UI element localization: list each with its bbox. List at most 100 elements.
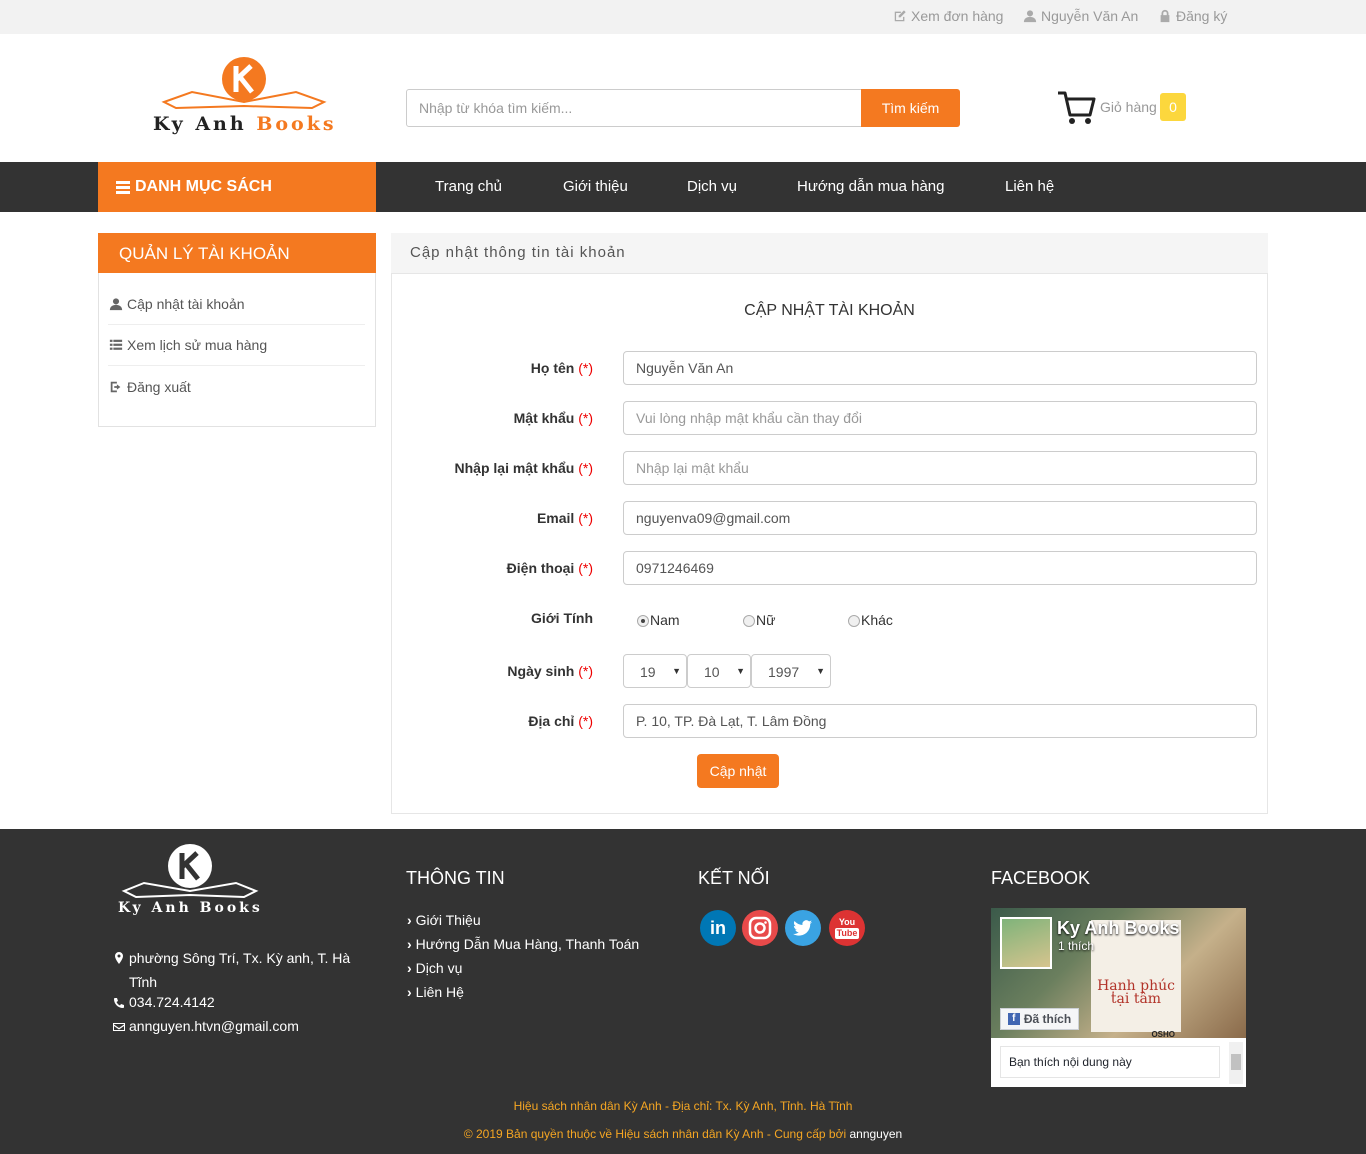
instagram-glyph	[748, 916, 772, 940]
sidebar-item-update-account[interactable]: Cập nhật tài khoản	[108, 284, 365, 325]
gender-radio-female[interactable]: Nữ	[743, 612, 775, 628]
logo-text-part2: Books	[256, 113, 337, 135]
phone-icon	[114, 998, 124, 1008]
linkedin-icon[interactable]: in	[700, 910, 736, 946]
footer-link-label: Giới Thiệu	[415, 912, 481, 928]
youtube-tube: Tube	[834, 927, 860, 939]
gender-label: Giới Tính	[530, 610, 593, 626]
password-label: Mật khẩu (*)	[513, 410, 593, 426]
radio-label: Nam	[650, 612, 680, 628]
fb-liked-button[interactable]: f Đã thích	[1000, 1008, 1079, 1030]
fb-scrollbar[interactable]	[1229, 1042, 1243, 1084]
footer-link-label: Dịch vụ	[415, 960, 463, 976]
nav-item-guide[interactable]: Hướng dẫn mua hàng	[797, 178, 944, 195]
address-label: Địa chỉ (*)	[528, 713, 593, 729]
search-input[interactable]	[406, 89, 862, 127]
password-field[interactable]	[623, 401, 1257, 435]
radio-dot	[637, 615, 649, 627]
fb-likes-count: 1 thích	[1058, 939, 1095, 953]
lock-icon	[1160, 9, 1170, 23]
chevron-down-icon: ▼	[672, 666, 681, 676]
name-label: Họ tên (*)	[530, 360, 593, 376]
register-link[interactable]: Đăng ký	[1158, 8, 1227, 24]
sidebar-item-logout[interactable]: Đăng xuất	[108, 366, 365, 407]
facebook-page-widget[interactable]: Hạnh phúc tại tâm OSHO Ky Anh Books 1 thí…	[991, 908, 1246, 1087]
update-button[interactable]: Cập nhật	[697, 754, 779, 788]
logo-text-part1: Ky Anh	[153, 113, 247, 135]
footer-link-guide[interactable]: › Hướng Dẫn Mua Hàng, Thanh Toán	[407, 936, 639, 952]
sidebar-item-label: Cập nhật tài khoản	[127, 296, 245, 312]
footer-phone: 034.724.4142	[113, 994, 215, 1010]
footer-link-services[interactable]: › Dịch vụ	[407, 960, 462, 976]
footer-logo-mark	[121, 844, 259, 899]
chevron-right-icon: ›	[407, 912, 412, 928]
instagram-icon[interactable]	[742, 910, 778, 946]
logo-text: Ky Anh Books	[153, 113, 337, 135]
youtube-you: You	[838, 916, 856, 927]
footer-copyright-text: © 2019 Bản quyền thuộc về Hiệu sách nhân…	[463, 1127, 847, 1141]
address-field[interactable]	[623, 704, 1257, 738]
nav-item-about[interactable]: Giới thiệu	[563, 178, 628, 195]
name-field[interactable]	[623, 351, 1257, 385]
search-button[interactable]: Tìm kiếm	[861, 89, 960, 127]
user-icon	[1023, 10, 1037, 23]
footer-logo-text: Ky Anh Books	[118, 900, 263, 916]
nav-item-contact[interactable]: Liên hệ	[1005, 178, 1054, 195]
chevron-right-icon: ›	[407, 960, 412, 976]
phone-label: Điện thoại (*)	[506, 560, 593, 576]
logout-icon	[110, 381, 121, 392]
footer-link-about[interactable]: › Giới Thiệu	[407, 912, 481, 928]
sidebar-title: QUẢN LÝ TÀI KHOẢN	[98, 233, 376, 273]
email-label: Email (*)	[536, 510, 593, 526]
cart-icon[interactable]	[1056, 89, 1096, 127]
footer-copyright-address: Hiệu sách nhân dân Kỳ Anh - Địa chỉ: Tx.…	[513, 1099, 853, 1113]
radio-label: Khác	[861, 612, 893, 628]
dob-month-select[interactable]: 10 ▼	[687, 654, 751, 688]
footer-address-text: phường Sông Trí, Tx. Kỳ anh, T. Hà Tĩnh	[129, 950, 351, 990]
footer-link-label: Hướng Dẫn Mua Hàng, Thanh Toán	[415, 936, 640, 952]
phone-field[interactable]	[623, 551, 1257, 585]
email-field[interactable]	[623, 501, 1257, 535]
fb-scrollbar-thumb[interactable]	[1231, 1054, 1241, 1070]
youtube-icon[interactable]: You Tube	[829, 910, 865, 946]
cart-count-badge: 0	[1160, 93, 1186, 121]
dob-year-select[interactable]: 1997 ▼	[751, 654, 831, 688]
radio-dot	[848, 615, 860, 627]
dob-day-value: 19	[640, 664, 656, 680]
form-title: CẬP NHẬT TÀI KHOẢN	[744, 302, 915, 319]
sidebar-item-order-history[interactable]: Xem lịch sử mua hàng	[108, 325, 365, 366]
sidebar-item-label: Xem lịch sử mua hàng	[127, 337, 268, 353]
list-icon	[109, 339, 123, 350]
fb-page-name[interactable]: Ky Anh Books	[1057, 918, 1179, 939]
panel-heading: Cập nhật thông tin tài khoản	[391, 233, 1268, 274]
footer-copyright: © 2019 Bản quyền thuộc về Hiệu sách nhân…	[0, 1127, 1366, 1141]
fb-page-avatar[interactable]	[1000, 917, 1052, 969]
fb-book-title: Hạnh phúc tại tâm	[1097, 978, 1175, 1007]
footer-author-link[interactable]: annguyen	[849, 1127, 902, 1141]
gender-radio-other[interactable]: Khác	[848, 612, 893, 628]
map-marker-icon	[115, 952, 123, 964]
user-name-label: Nguyễn Văn An	[1041, 8, 1139, 24]
dob-day-select[interactable]: 19 ▼	[623, 654, 687, 688]
repassword-field[interactable]	[623, 451, 1257, 485]
facebook-icon: f	[1007, 1013, 1020, 1025]
footer-email: annguyen.htvn@gmail.com	[113, 1018, 299, 1034]
fb-book-author: OSHO	[1151, 1030, 1175, 1039]
footer-link-contact[interactable]: › Liên Hệ	[407, 984, 464, 1000]
radio-dot	[743, 615, 755, 627]
gender-radio-male[interactable]: Nam	[637, 612, 680, 628]
chevron-right-icon: ›	[407, 936, 412, 952]
dob-month-value: 10	[704, 664, 720, 680]
nav-item-home[interactable]: Trang chủ	[435, 178, 502, 195]
fb-liked-label: Đã thích	[1023, 1012, 1072, 1026]
cart-label[interactable]: Giỏ hàng	[1100, 99, 1157, 115]
twitter-icon[interactable]	[785, 910, 821, 946]
user-account-link[interactable]: Nguyễn Văn An	[1023, 8, 1138, 24]
view-orders-link[interactable]: Xem đơn hàng	[893, 8, 1003, 24]
footer-address: phường Sông Trí, Tx. Kỳ anh, T. Hà Tĩnh	[113, 946, 358, 994]
footer-facebook-title: FACEBOOK	[991, 868, 1091, 888]
edit-icon	[894, 10, 906, 22]
nav-item-services[interactable]: Dịch vụ	[687, 178, 737, 195]
category-menu-button[interactable]: DANH MỤC SÁCH	[98, 162, 376, 212]
twitter-glyph	[793, 920, 812, 936]
